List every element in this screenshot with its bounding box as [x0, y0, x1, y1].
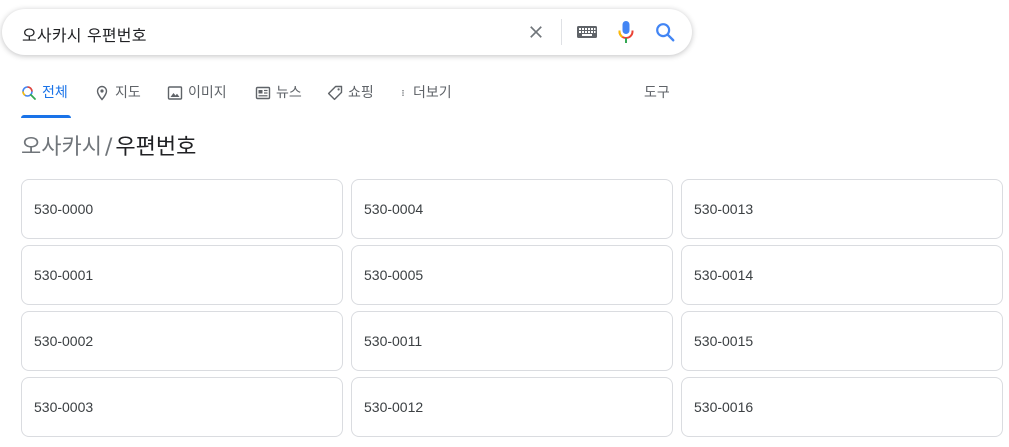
search-icon[interactable] [654, 21, 676, 43]
postal-code-grid: 530-0000 530-0004 530-0013 530-0001 530-… [21, 179, 1003, 437]
postal-code-card[interactable]: 530-0005 [351, 245, 673, 305]
postal-code-card[interactable]: 530-0001 [21, 245, 343, 305]
tab-all-label: 전체 [42, 85, 68, 101]
postal-code-card[interactable]: 530-0014 [681, 245, 1003, 305]
tab-images-label: 이미지 [188, 85, 227, 101]
search-divider [561, 19, 562, 45]
more-vert-icon [402, 90, 404, 96]
postal-code-card[interactable]: 530-0004 [351, 179, 673, 239]
image-icon [167, 86, 183, 100]
postal-code-card[interactable]: 530-0015 [681, 311, 1003, 371]
tab-shopping[interactable]: 쇼핑 [327, 84, 374, 118]
tab-shopping-label: 쇼핑 [348, 85, 374, 101]
postal-code-card[interactable]: 530-0000 [21, 179, 343, 239]
postal-code-card[interactable]: 530-0013 [681, 179, 1003, 239]
postal-code-card[interactable]: 530-0002 [21, 311, 343, 371]
search-icon [22, 86, 36, 100]
map-pin-icon [96, 85, 108, 101]
tab-all[interactable]: 전체 [21, 84, 71, 118]
search-box[interactable]: 오사카시 우편번호 [2, 9, 692, 55]
tab-tools[interactable]: 도구 [644, 84, 670, 118]
microphone-icon[interactable] [616, 20, 636, 44]
tab-maps[interactable]: 지도 [94, 84, 141, 118]
postal-code-card[interactable]: 530-0011 [351, 311, 673, 371]
tab-more-label: 더보기 [413, 85, 452, 101]
search-tabs: 전체 지도 이미지 뉴스 쇼핑 더보기 도구 [21, 84, 701, 118]
breadcrumb: 오사카시 / 우편번호 [21, 133, 196, 163]
tab-news-label: 뉴스 [276, 85, 302, 101]
news-icon [255, 86, 271, 100]
search-input[interactable]: 오사카시 우편번호 [22, 22, 147, 46]
tab-maps-label: 지도 [115, 85, 141, 101]
breadcrumb-parent[interactable]: 오사카시 [21, 135, 102, 160]
postal-code-card[interactable]: 530-0016 [681, 377, 1003, 437]
clear-icon[interactable] [526, 22, 546, 42]
postal-code-card[interactable]: 530-0003 [21, 377, 343, 437]
tab-news[interactable]: 뉴스 [255, 84, 302, 118]
tab-images[interactable]: 이미지 [167, 84, 227, 118]
tab-more[interactable]: 더보기 [401, 84, 452, 118]
tab-tools-label: 도구 [644, 85, 670, 101]
tag-icon [327, 85, 343, 101]
postal-code-card[interactable]: 530-0012 [351, 377, 673, 437]
breadcrumb-current: 우편번호 [115, 135, 197, 160]
keyboard-icon[interactable] [576, 23, 598, 41]
breadcrumb-separator: / [104, 135, 113, 160]
